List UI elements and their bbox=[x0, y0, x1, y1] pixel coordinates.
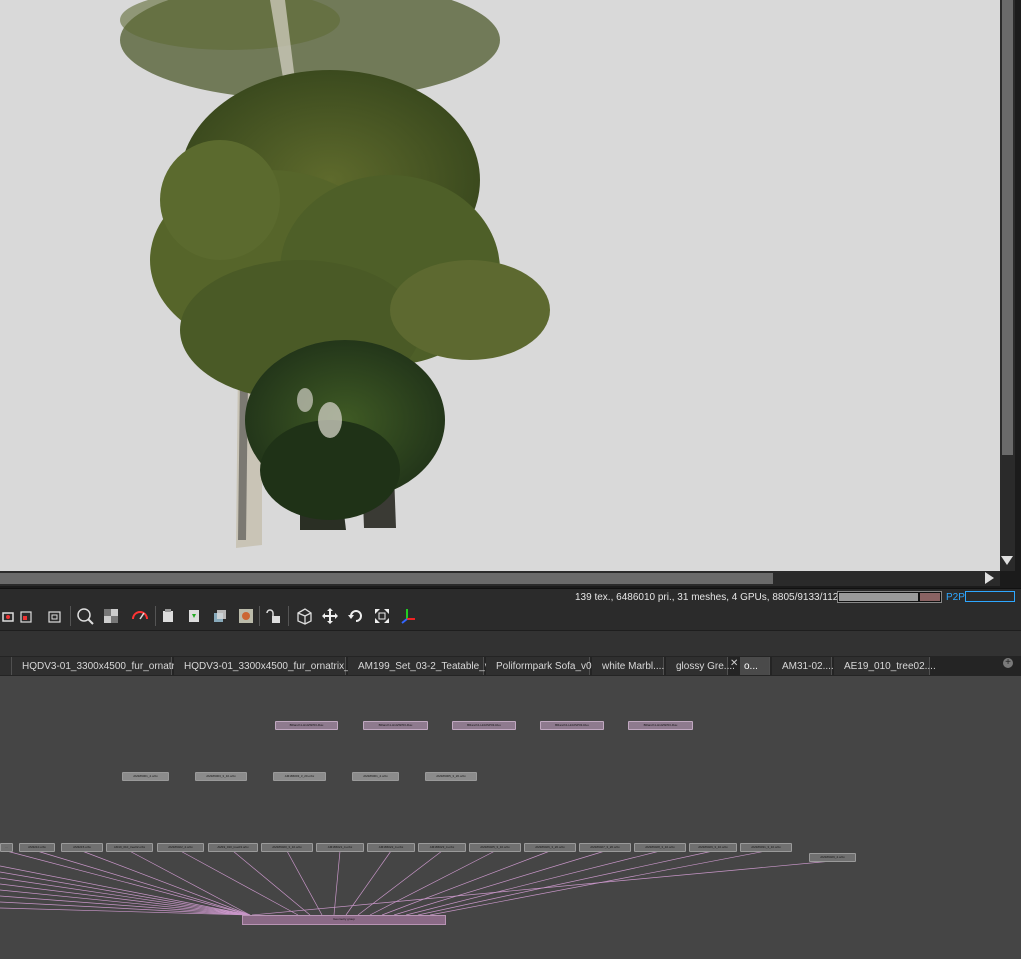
node-link bbox=[81, 850, 251, 916]
tab-am31-02[interactable]: AM31-02.... bbox=[772, 657, 834, 675]
mesh-node[interactable]: AM186029_4.orbx bbox=[809, 853, 856, 862]
add-tab-icon[interactable]: + bbox=[1003, 658, 1013, 668]
vertical-scroll-thumb[interactable] bbox=[1002, 0, 1013, 455]
region-render-icon[interactable] bbox=[17, 606, 37, 626]
rotate-icon[interactable] bbox=[346, 606, 366, 626]
node-link bbox=[417, 850, 714, 916]
mesh-node[interactable]: AM19_010_tree02.orbx bbox=[106, 843, 153, 852]
tree-render-image bbox=[120, 0, 550, 548]
mesh-node[interactable]: AM186029_3_10.orbx bbox=[689, 843, 737, 852]
texture-node[interactable]: AM186003_3_20.orbx bbox=[273, 772, 326, 781]
node-link bbox=[129, 850, 251, 916]
memory-reserved-fill bbox=[920, 593, 940, 601]
mesh-node[interactable]: ... bbox=[0, 843, 13, 852]
material-node[interactable]: BRanch1-Hrd2SP03-Ruu bbox=[275, 721, 338, 730]
horizontal-scroll-thumb[interactable] bbox=[0, 573, 773, 584]
save-render-icon[interactable] bbox=[184, 606, 204, 626]
material-node[interactable]: BRanch1-Hrd2SP03-Ruu bbox=[628, 721, 693, 730]
geometry-group-node[interactable]: Geometry group bbox=[242, 915, 446, 925]
scroll-right-arrow-icon[interactable] bbox=[985, 572, 994, 584]
tab-glossy-green[interactable]: glossy Gre.... bbox=[666, 657, 735, 675]
node-graph-editor[interactable] bbox=[0, 676, 1021, 959]
node-link bbox=[369, 850, 496, 916]
memory-used-fill bbox=[839, 593, 918, 601]
mesh-node[interactable]: AM186028_3_10.orbx bbox=[634, 843, 686, 852]
mesh-node[interactable]: AM186022_4.orbx bbox=[367, 843, 415, 852]
toolbar-separator bbox=[70, 606, 71, 626]
node-link bbox=[0, 877, 251, 916]
mesh-node[interactable]: AM186025_3_10.orbx bbox=[469, 843, 521, 852]
texture-node[interactable]: AM186005_3_20.orbx bbox=[425, 772, 477, 781]
material-node[interactable]: BRanch1-Hrd2SP03-Ruu bbox=[452, 721, 516, 730]
mesh-node[interactable]: AM186027_3_20.orbx bbox=[579, 843, 631, 852]
render-viewport[interactable] bbox=[0, 0, 1021, 588]
mesh-node[interactable]: AM3215.orbx bbox=[61, 843, 103, 852]
material-node[interactable]: BRanch1-Hrd2SP03-Ruu bbox=[540, 721, 604, 730]
mesh-node[interactable]: AM19_010_tree03.orbx bbox=[208, 843, 258, 852]
mesh-node[interactable]: AM186022_4.orbx bbox=[157, 843, 204, 852]
render-image[interactable] bbox=[0, 0, 1000, 571]
texture-node[interactable]: AM186003_3_10.orbx bbox=[195, 772, 247, 781]
horizontal-scrollbar[interactable] bbox=[0, 571, 1000, 586]
node-link bbox=[381, 850, 551, 916]
node-link bbox=[232, 850, 311, 916]
move-icon[interactable] bbox=[320, 606, 340, 626]
node-link bbox=[333, 850, 341, 916]
copy-to-clipboard-icon[interactable] bbox=[158, 606, 178, 626]
tab-active[interactable]: o... bbox=[740, 657, 770, 675]
toolbar-separator bbox=[288, 606, 289, 626]
tab-close-icon[interactable]: ✕ bbox=[730, 658, 738, 669]
toolbar-separator bbox=[155, 606, 156, 626]
tab-white-marble[interactable]: white Marbl.... bbox=[592, 657, 664, 675]
gizmo-axis-icon[interactable] bbox=[398, 606, 418, 626]
tab-hqdv3-fur-ornatrix1[interactable]: HQDV3-01_3300x4500_fur_ornatrix1.... bbox=[12, 657, 199, 675]
node-link bbox=[0, 883, 251, 916]
mesh-node[interactable]: AM186021_4.orbx bbox=[316, 843, 364, 852]
color-picker-icon[interactable] bbox=[236, 606, 256, 626]
mesh-node[interactable]: AM186031_3_10.orbx bbox=[740, 843, 792, 852]
tab-poliformpark-sofa[interactable]: Poliformpark Sofa_v0.... bbox=[486, 657, 603, 675]
material-node[interactable]: BRanch1-Hrd2SP03-Ruu bbox=[363, 721, 428, 730]
mesh-node[interactable]: AM186023_4.orbx bbox=[418, 843, 466, 852]
mesh-node[interactable]: AM186026_3_20.orbx bbox=[524, 843, 576, 852]
tab-previous[interactable] bbox=[0, 657, 12, 675]
node-link bbox=[393, 850, 606, 916]
render-statistics: 139 tex., 6486010 pri., 31 meshes, 4 GPU… bbox=[575, 592, 868, 603]
alpha-checker-icon[interactable] bbox=[101, 606, 121, 626]
fit-icon[interactable] bbox=[372, 606, 392, 626]
node-link bbox=[286, 850, 323, 916]
exposure-icon[interactable] bbox=[130, 606, 150, 626]
export-passes-icon[interactable] bbox=[210, 606, 230, 626]
lock-icon[interactable] bbox=[264, 606, 284, 626]
pick-focus-icon[interactable] bbox=[45, 606, 65, 626]
toolbar-separator bbox=[259, 606, 260, 626]
mesh-node[interactable]: AM3210.orbx bbox=[19, 843, 55, 852]
bounding-box-icon[interactable] bbox=[294, 606, 314, 626]
node-link bbox=[405, 850, 661, 916]
p2p-label: P2P bbox=[946, 592, 965, 603]
tab-hqdv3-fur-ornatrix-rev[interactable]: HQDV3-01_3300x4500_fur_ornatrix_rev.... bbox=[174, 657, 374, 675]
node-link bbox=[180, 850, 299, 916]
tab-am199-teatable[interactable]: AM199_Set_03-2_Teatable_v2.... bbox=[348, 657, 506, 675]
zoom-region-icon[interactable] bbox=[75, 606, 95, 626]
node-link bbox=[0, 865, 251, 916]
texture-node[interactable]: AM186001_4.orbx bbox=[352, 772, 399, 781]
toolbar-spacer bbox=[0, 630, 1021, 657]
node-link bbox=[357, 850, 443, 916]
mesh-node[interactable]: AM186020_3_10.orbx bbox=[261, 843, 313, 852]
texture-node[interactable]: AM186001_4.orbx bbox=[122, 772, 169, 781]
node-links bbox=[0, 850, 833, 916]
scroll-down-arrow-icon[interactable] bbox=[1001, 556, 1013, 565]
vertical-scrollbar[interactable] bbox=[1000, 0, 1015, 571]
node-link bbox=[251, 860, 833, 916]
tab-ae19-tree02[interactable]: AE19_010_tree02.... bbox=[834, 657, 936, 675]
p2p-progress-bar bbox=[965, 591, 1015, 602]
gpu-memory-bar bbox=[837, 591, 942, 603]
